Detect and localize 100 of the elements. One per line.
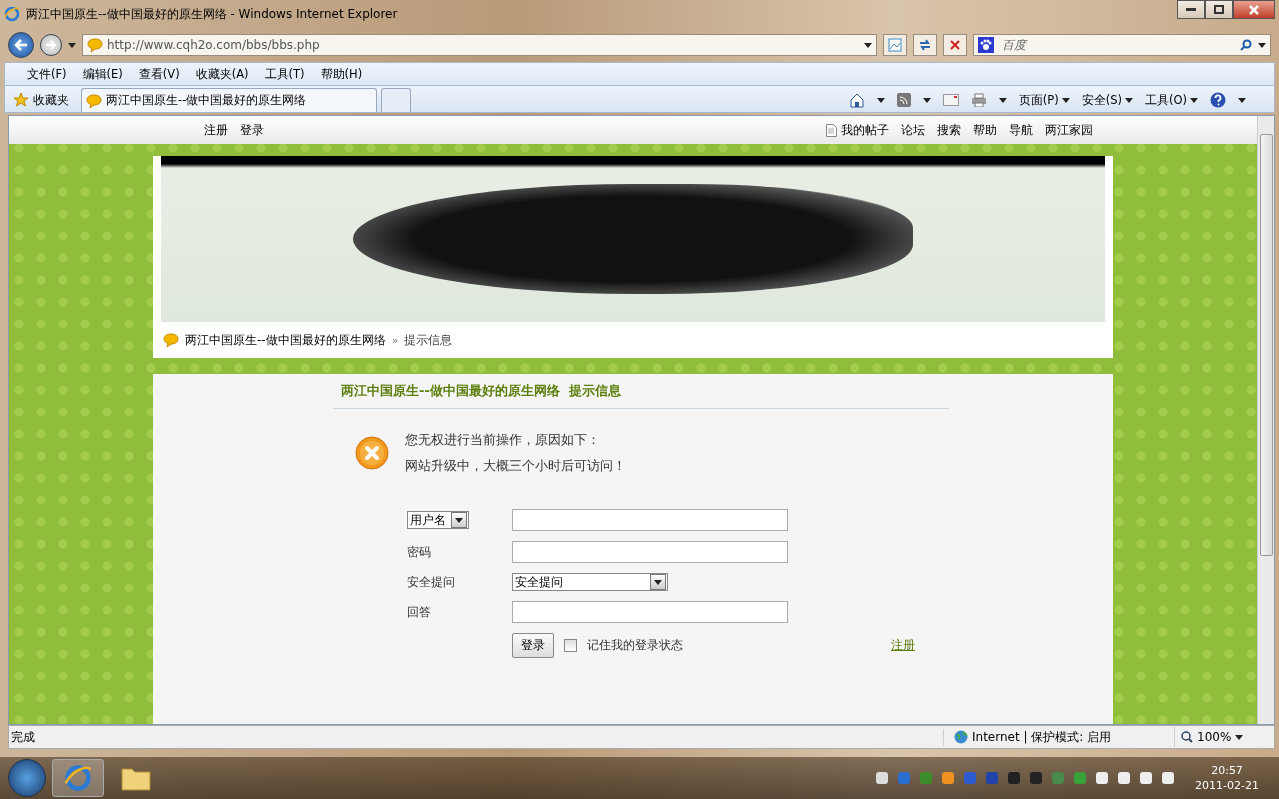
breadcrumb-current: 提示信息 — [404, 331, 453, 349]
forward-button[interactable] — [40, 34, 62, 56]
clock[interactable]: 20:57 2011-02-21 — [1183, 764, 1271, 792]
tray-icon[interactable] — [1029, 771, 1044, 785]
document-icon — [826, 123, 837, 137]
caret-icon — [998, 97, 1007, 103]
message-text: 您无权进行当前操作，原因如下： — [405, 431, 601, 449]
address-field[interactable]: http://www.cqh2o.com/bbs/bbs.php — [82, 34, 877, 56]
speech-bubble-icon — [87, 37, 103, 53]
tray-icon[interactable] — [1117, 771, 1132, 785]
scrollbar[interactable] — [1257, 116, 1274, 724]
mail-icon[interactable] — [942, 94, 959, 106]
caret-icon — [864, 42, 872, 48]
register-link[interactable]: 注册 — [891, 637, 915, 654]
top-link[interactable]: 登录 — [240, 121, 264, 139]
tray-icon[interactable] — [1139, 771, 1154, 785]
tray-icon[interactable] — [941, 771, 956, 785]
input-field[interactable] — [512, 601, 788, 623]
favorites-button[interactable]: 收藏夹 — [11, 88, 77, 112]
speech-bubble-icon — [163, 332, 179, 348]
command-menu[interactable]: 页面(P) — [1018, 92, 1070, 108]
home-icon[interactable] — [848, 92, 865, 108]
caret-icon — [1235, 734, 1244, 740]
caret-icon — [876, 97, 885, 103]
window-title: 两江中国原生--做中国最好的原生网络 - Windows Internet Explorer — [26, 5, 398, 23]
command-menu[interactable]: 安全(S) — [1081, 92, 1133, 108]
nav-link[interactable]: 导航 — [1009, 121, 1033, 139]
search-icon[interactable] — [1240, 39, 1252, 51]
input-field[interactable] — [512, 509, 788, 531]
field-label: 安全提问 — [407, 573, 456, 591]
compatibility-button[interactable] — [883, 34, 907, 56]
close-button[interactable] — [1233, 0, 1275, 19]
field-label: 回答 — [407, 603, 432, 621]
stop-button[interactable] — [943, 34, 967, 56]
maximize-button[interactable] — [1205, 0, 1233, 19]
breadcrumb-link[interactable]: 两江中国原生--做中国最好的原生网络 — [185, 331, 386, 349]
feed-icon[interactable] — [896, 93, 911, 107]
caret-icon — [922, 97, 931, 103]
page-icon — [888, 38, 902, 52]
back-arrow-icon — [14, 39, 28, 51]
browser-logo-icon — [4, 6, 20, 22]
search-input[interactable]: 百度 — [1000, 37, 1234, 53]
browser-logo-icon — [64, 764, 92, 792]
question-select[interactable]: 安全提问 — [512, 573, 668, 591]
caret-icon — [1190, 97, 1198, 103]
command-menu[interactable]: 工具(O) — [1144, 92, 1198, 108]
username-type-select[interactable]: 用户名 — [407, 511, 469, 529]
nav-link[interactable]: 搜索 — [937, 121, 961, 139]
menu-item[interactable]: 编辑(E) — [76, 66, 129, 82]
minimize-button[interactable] — [1177, 0, 1205, 19]
message-text: 网站升级中，大概三个小时后可访问！ — [405, 457, 626, 475]
remember-label: 记住我的登录状态 — [587, 637, 683, 654]
nav-link[interactable]: 我的帖子 — [826, 121, 889, 139]
nav-link[interactable]: 论坛 — [901, 121, 925, 139]
new-tab-button[interactable] — [381, 88, 411, 112]
menu-item[interactable]: 帮助(H) — [314, 66, 369, 82]
login-button[interactable]: 登录 — [512, 633, 554, 658]
error-icon — [355, 436, 389, 470]
notice-title: 两江中国原生--做中国最好的原生网络 提示信息 — [333, 374, 949, 409]
breadcrumb-separator: » — [391, 333, 399, 347]
back-button[interactable] — [8, 32, 34, 58]
folder-icon — [121, 765, 151, 791]
field-label: 密码 — [407, 543, 432, 561]
menu-item[interactable]: 收藏夹(A) — [189, 66, 255, 82]
top-link[interactable]: 注册 — [204, 121, 228, 139]
tray-icon[interactable] — [875, 771, 890, 785]
help-icon[interactable] — [1210, 92, 1226, 108]
start-button[interactable] — [8, 759, 46, 797]
caret-icon — [1258, 42, 1266, 48]
globe-icon — [954, 730, 968, 744]
zoom-button[interactable]: 100% — [1174, 727, 1274, 747]
star-icon — [13, 92, 29, 108]
caret-icon — [654, 579, 662, 585]
tray-icon[interactable] — [1007, 771, 1022, 785]
search-bar[interactable]: 百度 — [973, 34, 1271, 56]
caret-icon — [455, 517, 463, 523]
maximize-icon — [1214, 5, 1224, 14]
stop-icon — [949, 39, 961, 51]
caret-icon — [1061, 97, 1070, 103]
caret-icon — [1124, 97, 1133, 103]
printer-icon[interactable] — [970, 93, 987, 107]
paw-icon — [978, 37, 994, 53]
browser-tab[interactable]: 两江中国原生--做中国最好的原生网络 — [81, 88, 377, 112]
tray-icon[interactable] — [1095, 771, 1110, 785]
input-field[interactable] — [512, 541, 788, 563]
speech-bubble-icon — [86, 92, 102, 109]
remember-checkbox[interactable] — [564, 639, 577, 652]
menu-item[interactable]: 查看(V) — [132, 66, 186, 82]
forward-arrow-icon — [45, 40, 57, 50]
close-icon — [1249, 4, 1259, 15]
tray-icon[interactable] — [1161, 771, 1176, 785]
menu-item[interactable]: 工具(T) — [258, 66, 311, 82]
nav-link[interactable]: 两江家园 — [1045, 121, 1093, 139]
status-text: 完成 — [10, 728, 36, 746]
minimize-icon — [1186, 8, 1196, 11]
nav-link[interactable]: 帮助 — [973, 121, 997, 139]
refresh-button[interactable] — [913, 34, 937, 56]
security-zone: Internet | 保护模式: 启用 — [943, 728, 1174, 746]
menu-item[interactable]: 文件(F) — [21, 66, 73, 82]
caret-icon — [68, 42, 76, 48]
